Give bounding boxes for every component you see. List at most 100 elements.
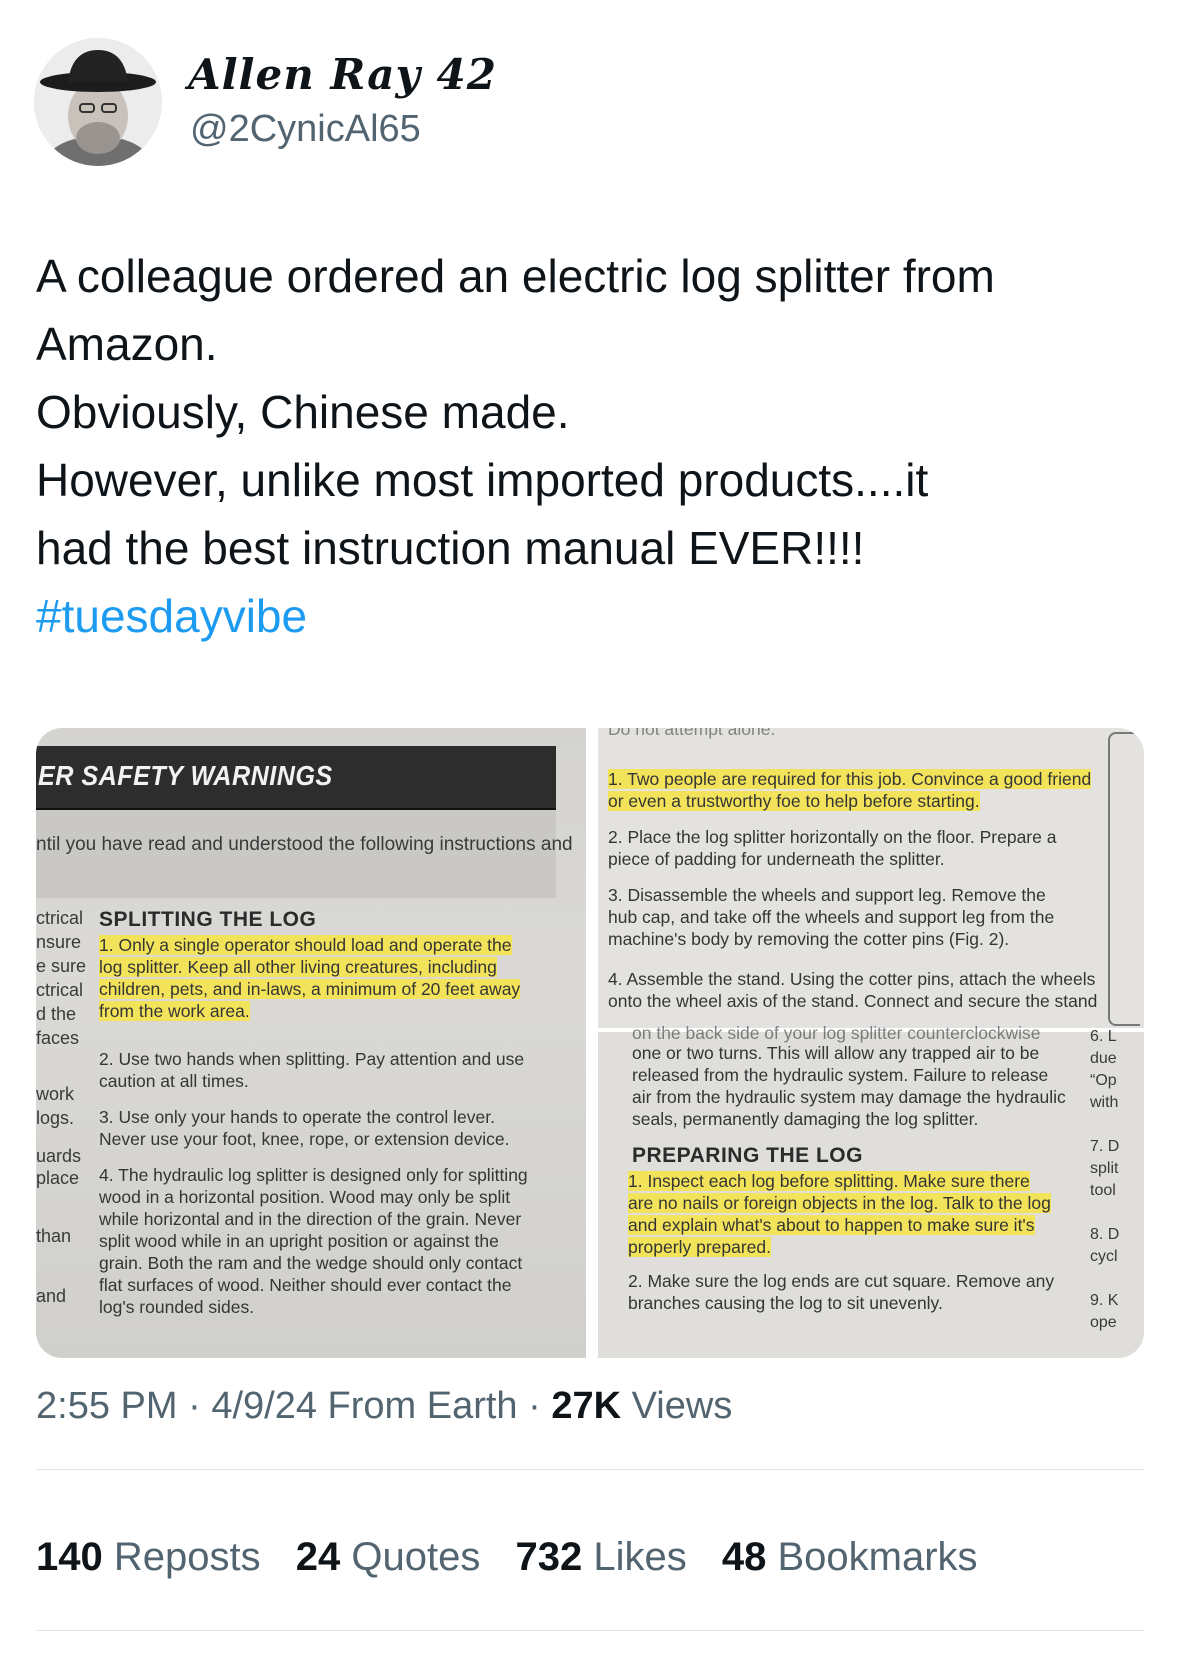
engagement-stats: 140 Reposts 24 Quotes 732 Likes 48 Bookm… — [36, 1535, 1002, 1580]
item-line: grain. Both the ram and the wedge should… — [99, 1253, 523, 1273]
side-word: 8. D — [1090, 1226, 1120, 1243]
prep-item-1: 1. Inspect each log before splitting. Ma… — [628, 1170, 1051, 1258]
likes-stat[interactable]: 732 Likes — [515, 1535, 686, 1579]
margin-word: d the — [36, 1004, 77, 1024]
margin-word: ctrical — [36, 980, 84, 1000]
side-word: 6. L — [1090, 1028, 1117, 1045]
tweet-line: had the best instruction manual EVER!!!! — [36, 522, 865, 574]
divider — [36, 1469, 1144, 1470]
divider — [36, 1630, 1144, 1631]
bookmarks-stat[interactable]: 48 Bookmarks — [722, 1535, 978, 1579]
item-line-highlighted: 1. Only a single operator should load an… — [99, 935, 512, 955]
paragraph-line: air from the hydraulic system may damage… — [632, 1087, 1066, 1107]
right-item-4: 4. Assemble the stand. Using the cotter … — [608, 968, 1097, 1012]
photo-gap — [586, 728, 598, 1358]
side-word: split — [1090, 1160, 1119, 1177]
side-column: 6. L due “Op with 7. D split tool 8. D c… — [1090, 1026, 1119, 1334]
item-line: 4. Assemble the stand. Using the cotter … — [608, 969, 1096, 989]
section-title: SPLITTING THE LOG — [99, 908, 317, 931]
side-word: with — [1090, 1094, 1119, 1111]
item-line: wood in a horizontal position. Wood may … — [99, 1187, 511, 1207]
views-count: 27K — [551, 1385, 622, 1427]
right-lower-cut: on the back side of your log splitter co… — [632, 1022, 1041, 1044]
avatar[interactable] — [34, 38, 162, 166]
margin-word: faces — [36, 1028, 80, 1048]
margin-word: logs. — [36, 1108, 75, 1128]
note-box: ntil you have read and understood the fo… — [36, 810, 573, 898]
left-item-3: 3. Use only your hands to operate the co… — [99, 1106, 510, 1150]
manual-page-left: ER SAFETY WARNINGS ntil you have read an… — [36, 728, 586, 1358]
item-line-highlighted: log splitter. Keep all other living crea… — [99, 957, 497, 977]
margin-word: work — [36, 1084, 75, 1104]
item-line: Never use your foot, knee, rope, or exte… — [99, 1129, 510, 1149]
item-line: branches causing the log to sit unevenly… — [628, 1293, 943, 1313]
margin-word: place — [36, 1168, 80, 1188]
side-word: tool — [1090, 1182, 1116, 1199]
item-line: machine's body by removing the cotter pi… — [608, 929, 1010, 949]
item-line: log's rounded sides. — [99, 1297, 255, 1317]
item-line: caution at all times. — [99, 1071, 249, 1091]
section-title: PREPARING THE LOG — [632, 1144, 863, 1167]
display-name[interactable]: Allen Ray 42 — [188, 50, 497, 99]
item-line: piece of padding for underneath the spli… — [608, 849, 945, 869]
tweet-line: Obviously, Chinese made. — [36, 386, 570, 438]
tweet-line: However, unlike most imported products..… — [36, 454, 929, 506]
post-source: From Earth — [327, 1385, 518, 1427]
section-preparing: PREPARING THE LOG — [632, 1144, 863, 1168]
paragraph-line: seals, permanently damaging the log spli… — [632, 1109, 979, 1129]
side-word: due — [1090, 1050, 1117, 1067]
item-line-highlighted: 1. Two people are required for this job.… — [608, 769, 1092, 789]
margin-word: ctrical — [36, 908, 84, 928]
safety-header-bar: ER SAFETY WARNINGS — [36, 746, 556, 811]
reposts-stat[interactable]: 140 Reposts — [36, 1535, 261, 1579]
tweet-text: A colleague ordered an electric log spli… — [36, 242, 1146, 650]
item-line-highlighted: or even a trustworthy foe to help before… — [608, 791, 980, 811]
item-line: 4. The hydraulic log splitter is designe… — [99, 1165, 528, 1185]
item-line: hub cap, and take off the wheels and sup… — [608, 907, 1055, 927]
note-text: ntil you have read and understood the fo… — [36, 834, 573, 855]
section-splitting: SPLITTING THE LOG — [99, 908, 316, 932]
side-word: cycl — [1090, 1248, 1118, 1265]
avatar-image — [34, 38, 162, 166]
item-line: while horizontal and in the direction of… — [99, 1209, 522, 1229]
hashtag-link[interactable]: #tuesdayvibe — [36, 582, 1146, 650]
item-line-highlighted: 1. Inspect each log before splitting. Ma… — [628, 1171, 1030, 1191]
side-word: “Op — [1090, 1072, 1117, 1089]
item-line: 3. Disassemble the wheels and support le… — [608, 885, 1046, 905]
media-image[interactable]: ER SAFETY WARNINGS ntil you have read an… — [36, 728, 1144, 1358]
tweet-line: Amazon. — [36, 318, 218, 370]
item-line-highlighted: and explain what's about to happen to ma… — [628, 1215, 1035, 1235]
paragraph-line: released from the hydraulic system. Fail… — [632, 1065, 1049, 1085]
separator: · — [177, 1385, 212, 1427]
item-line-highlighted: properly prepared. — [628, 1237, 771, 1257]
quotes-stat[interactable]: 24 Quotes — [296, 1535, 481, 1579]
item-line: 2. Make sure the log ends are cut square… — [628, 1271, 1055, 1291]
item-line: split wood while in an upright position … — [99, 1231, 499, 1251]
side-word: 9. K — [1090, 1292, 1119, 1309]
item-line: 3. Use only your hands to operate the co… — [99, 1107, 495, 1127]
handle[interactable]: @2CynicAl65 — [190, 108, 421, 151]
views-label: Views — [631, 1385, 733, 1427]
right-item-3: 3. Disassemble the wheels and support le… — [608, 884, 1054, 950]
prep-item-2: 2. Make sure the log ends are cut square… — [628, 1270, 1054, 1314]
safety-header-title: ER SAFETY WARNINGS — [38, 760, 333, 791]
margin-word: nsure — [36, 932, 82, 952]
item-line-highlighted: are no nails or foreign objects in the l… — [628, 1193, 1051, 1213]
margin-word: than — [36, 1226, 72, 1246]
manual-page-right-lower: on the back side of your log splitter co… — [598, 1023, 1144, 1358]
post-date[interactable]: 4/9/24 — [211, 1385, 317, 1427]
cut-line: on the back side of your log splitter co… — [632, 1023, 1041, 1043]
item-line-highlighted: from the work area. — [99, 1001, 250, 1021]
side-word: 7. D — [1090, 1138, 1120, 1155]
item-line: 2. Use two hands when splitting. Pay att… — [99, 1049, 525, 1069]
margin-word: and — [36, 1286, 67, 1306]
side-word: ope — [1090, 1314, 1117, 1331]
left-item-4: 4. The hydraulic log splitter is designe… — [99, 1164, 528, 1318]
margin-word: uards — [36, 1146, 82, 1166]
post-time[interactable]: 2:55 PM — [36, 1385, 178, 1427]
item-line: flat surfaces of wood. Neither should ev… — [99, 1275, 512, 1295]
bleed-paragraph: one or two turns. This will allow any tr… — [632, 1042, 1066, 1130]
page-frame — [1108, 732, 1140, 1026]
right-item-2: 2. Place the log splitter horizontally o… — [608, 826, 1056, 870]
margin-word: e sure — [36, 956, 87, 976]
